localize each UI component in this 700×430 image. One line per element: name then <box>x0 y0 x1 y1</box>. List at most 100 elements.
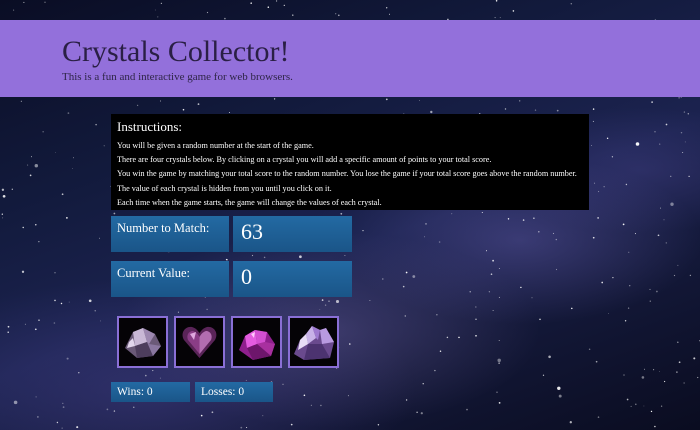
star <box>519 100 521 102</box>
star <box>507 218 510 220</box>
star <box>593 182 596 184</box>
star <box>62 406 65 408</box>
star <box>488 291 490 293</box>
star <box>628 251 630 253</box>
instruction-line: There are four crystals below. By clicki… <box>117 155 492 165</box>
crystal-cluster-icon <box>119 318 166 366</box>
star <box>54 272 56 274</box>
star <box>629 285 631 287</box>
star <box>103 145 105 147</box>
star <box>592 236 595 239</box>
crystal-button-4[interactable] <box>288 316 339 368</box>
star <box>569 421 572 424</box>
star <box>405 399 408 401</box>
star <box>557 386 561 391</box>
star <box>531 297 533 299</box>
star <box>663 219 665 221</box>
star <box>591 145 592 147</box>
star <box>663 380 666 383</box>
star <box>466 408 468 411</box>
star <box>337 14 340 17</box>
star <box>498 267 500 270</box>
star <box>687 113 689 115</box>
star <box>497 358 501 363</box>
star <box>481 211 483 214</box>
star <box>676 371 678 373</box>
star <box>328 300 330 303</box>
crystal-button-3[interactable] <box>231 316 282 368</box>
star <box>677 264 679 266</box>
star <box>490 273 493 275</box>
star <box>498 296 500 298</box>
star <box>597 416 600 418</box>
star <box>13 9 15 11</box>
star <box>68 301 70 303</box>
star <box>344 254 346 257</box>
star <box>72 157 75 159</box>
star <box>321 299 324 301</box>
star <box>693 357 696 360</box>
star <box>385 98 388 101</box>
star <box>200 414 203 417</box>
star <box>649 300 651 302</box>
star <box>66 217 68 219</box>
star <box>386 7 388 9</box>
star <box>402 285 405 288</box>
star <box>22 226 24 229</box>
star <box>324 304 327 306</box>
header-banner: Crystals Collector! This is a fun and in… <box>0 20 700 97</box>
star <box>290 423 293 426</box>
star <box>362 229 364 232</box>
star <box>38 319 40 322</box>
star <box>598 191 600 193</box>
star <box>555 268 558 271</box>
star <box>606 137 609 139</box>
star <box>78 372 80 374</box>
star <box>650 410 653 413</box>
star <box>683 382 685 384</box>
star <box>160 2 163 5</box>
star <box>44 1 46 3</box>
crystal-button-2[interactable] <box>174 316 225 368</box>
star <box>475 335 477 337</box>
star <box>555 238 558 241</box>
star <box>35 224 37 226</box>
star <box>597 217 599 219</box>
star <box>654 131 656 133</box>
star <box>425 223 427 225</box>
star <box>206 11 209 14</box>
star <box>570 3 573 5</box>
star <box>496 391 498 393</box>
star <box>404 315 407 317</box>
star <box>498 362 500 364</box>
star <box>133 406 135 408</box>
star <box>71 168 73 169</box>
star <box>424 236 426 238</box>
star <box>612 276 614 279</box>
star <box>61 193 64 196</box>
star <box>263 256 266 259</box>
wins-counter: Wins: 0 <box>111 382 190 402</box>
star <box>29 174 32 177</box>
star <box>267 6 270 8</box>
star <box>35 396 37 398</box>
star <box>211 411 214 414</box>
star <box>276 0 278 2</box>
crystal-button-1[interactable] <box>117 316 168 368</box>
page-title: Crystals Collector! <box>62 35 290 68</box>
star <box>657 234 660 237</box>
star <box>512 10 515 12</box>
losses-counter: Losses: 0 <box>195 382 273 402</box>
star <box>498 340 500 342</box>
star <box>11 188 13 190</box>
star <box>67 112 70 114</box>
star <box>439 350 442 353</box>
star <box>240 426 243 429</box>
star <box>623 374 625 376</box>
star <box>2 194 6 198</box>
star <box>250 2 252 4</box>
star <box>643 405 645 407</box>
star <box>697 376 699 379</box>
star <box>659 143 661 145</box>
star <box>670 202 674 206</box>
